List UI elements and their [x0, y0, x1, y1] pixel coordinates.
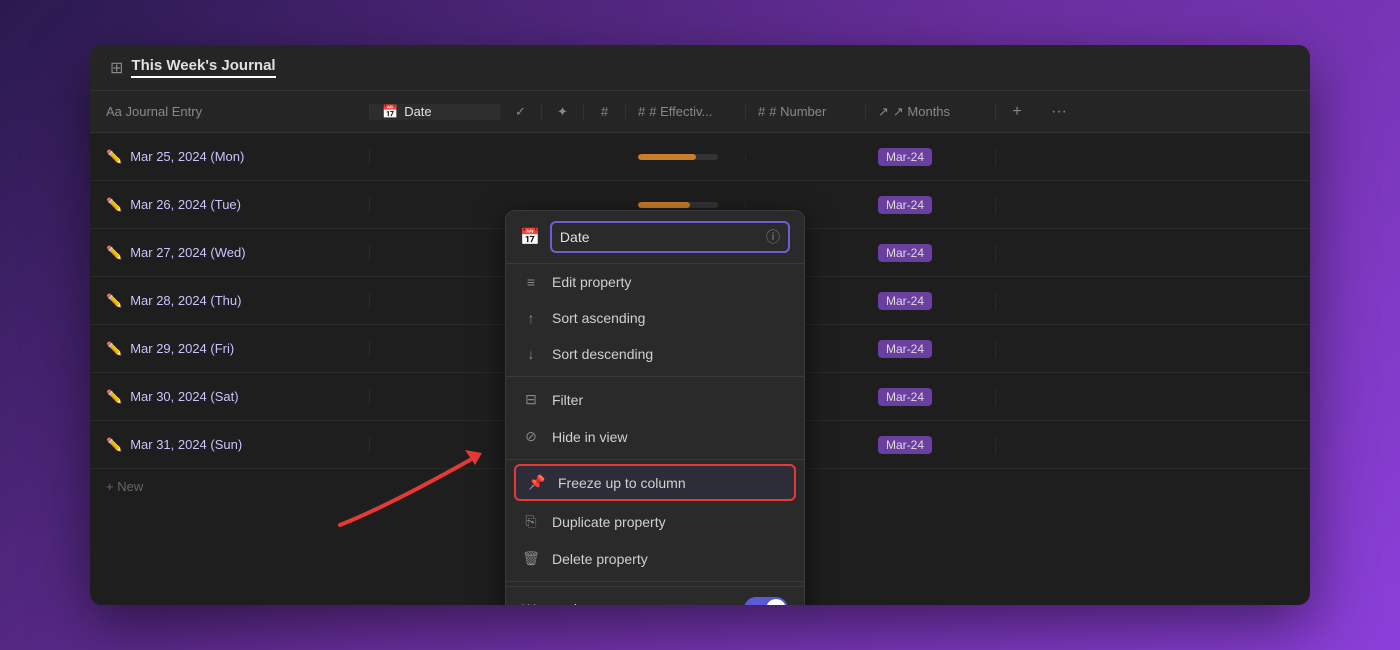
col-header-sparkle: ✦ — [542, 104, 584, 120]
col-header-journal: Aa Journal Entry — [90, 104, 370, 119]
col-header-months: ↗ ↗ Months — [866, 104, 996, 120]
menu-item-label-6: Duplicate property — [552, 514, 666, 530]
menu-header: 📅 Date ⓘ — [506, 211, 804, 264]
page-title: This Week's Journal — [131, 57, 275, 78]
new-row-label: + New — [106, 479, 143, 494]
cell-effective-1 — [626, 202, 746, 208]
col-header-add[interactable]: + — [996, 103, 1038, 121]
menu-info-icon: ⓘ — [766, 227, 780, 247]
col-months-label: ↗ Months — [893, 104, 950, 120]
journal-entry-text-2: Mar 27, 2024 (Wed) — [130, 245, 245, 260]
cell-journal-6: ✏️ Mar 31, 2024 (Sun) — [90, 437, 370, 453]
cell-effective-0 — [626, 154, 746, 160]
menu-icon-5: 📌 — [528, 474, 546, 491]
progress-bar-container-0 — [638, 154, 718, 160]
cell-journal-4: ✏️ Mar 29, 2024 (Fri) — [90, 341, 370, 357]
journal-entry-text-4: Mar 29, 2024 (Fri) — [130, 341, 234, 356]
journal-entry-text-0: Mar 25, 2024 (Mon) — [130, 149, 244, 164]
menu-calendar-icon: 📅 — [520, 227, 540, 247]
journal-entry-text-5: Mar 30, 2024 (Sat) — [130, 389, 238, 404]
main-window: ⊞ This Week's Journal Aa Journal Entry 📅… — [90, 45, 1310, 605]
menu-item-label-0: Edit property — [552, 274, 631, 290]
menu-item-delete-property[interactable]: 🗑 Delete property — [506, 540, 804, 577]
progress-bar-0 — [638, 154, 696, 160]
menu-icon-1: ↑ — [522, 310, 540, 326]
menu-footer: Wrap column — [506, 586, 804, 605]
menu-item-label-5: Freeze up to column — [558, 475, 686, 491]
cell-journal-1: ✏️ Mar 26, 2024 (Tue) — [90, 197, 370, 213]
edit-icon-4: ✏️ — [106, 341, 122, 357]
menu-field-value: Date — [560, 229, 590, 245]
menu-item-hide-in-view[interactable]: ⊘ Hide in view — [506, 418, 804, 455]
toggle-knob — [766, 599, 786, 605]
menu-item-label-3: Filter — [552, 392, 583, 408]
menu-icon-6: ⎘ — [522, 513, 540, 530]
menu-item-sort-ascending[interactable]: ↑ Sort ascending — [506, 300, 804, 336]
months-chip-5: Mar-24 — [878, 388, 932, 406]
cell-months-0: Mar-24 — [866, 148, 996, 166]
cell-journal-5: ✏️ Mar 30, 2024 (Sat) — [90, 389, 370, 405]
cell-journal-3: ✏️ Mar 28, 2024 (Thu) — [90, 293, 370, 309]
months-chip-2: Mar-24 — [878, 244, 932, 262]
col-date-label: Date — [404, 104, 431, 119]
table-header: Aa Journal Entry 📅 Date ✓ ✦ # # # Effect… — [90, 91, 1310, 133]
cell-months-1: Mar-24 — [866, 196, 996, 214]
edit-icon-1: ✏️ — [106, 197, 122, 213]
wrap-column-label: Wrap column — [522, 601, 604, 605]
col-header-date[interactable]: 📅 Date — [370, 104, 500, 120]
months-chip-6: Mar-24 — [878, 436, 932, 454]
edit-icon-6: ✏️ — [106, 437, 122, 453]
col-header-check: ✓ — [500, 104, 542, 120]
menu-item-freeze-up-to-column[interactable]: 📌 Freeze up to column — [514, 464, 796, 501]
cell-journal-2: ✏️ Mar 27, 2024 (Wed) — [90, 245, 370, 261]
menu-item-filter[interactable]: ⊟ Filter — [506, 381, 804, 418]
cell-months-4: Mar-24 — [866, 340, 996, 358]
menu-icon-2: ↓ — [522, 346, 540, 362]
col-journal-label: Aa Journal Entry — [106, 104, 202, 119]
cell-journal-0: ✏️ Mar 25, 2024 (Mon) — [90, 149, 370, 165]
menu-item-duplicate-property[interactable]: ⎘ Duplicate property — [506, 503, 804, 540]
col-header-hash: # — [584, 104, 626, 119]
menu-item-label-2: Sort descending — [552, 346, 653, 362]
menu-icon-4: ⊘ — [522, 428, 540, 445]
table-row[interactable]: ✏️ Mar 25, 2024 (Mon) Mar-24 — [90, 133, 1310, 181]
edit-icon-2: ✏️ — [106, 245, 122, 261]
cell-months-6: Mar-24 — [866, 436, 996, 454]
menu-item-label-7: Delete property — [552, 551, 648, 567]
title-icon: ⊞ — [110, 58, 123, 78]
col-header-more[interactable]: ··· — [1038, 103, 1080, 121]
edit-icon-3: ✏️ — [106, 293, 122, 309]
menu-item-label-1: Sort ascending — [552, 310, 645, 326]
col-effective-label: # Effectiv... — [649, 104, 712, 119]
menu-items-list: ≡ Edit property ↑ Sort ascending ↓ Sort … — [506, 264, 804, 582]
cell-months-2: Mar-24 — [866, 244, 996, 262]
menu-item-edit-property[interactable]: ≡ Edit property — [506, 264, 804, 300]
months-chip-0: Mar-24 — [878, 148, 932, 166]
menu-icon-0: ≡ — [522, 274, 540, 290]
edit-icon-5: ✏️ — [106, 389, 122, 405]
menu-field-input[interactable]: Date ⓘ — [550, 221, 790, 253]
journal-entry-text-1: Mar 26, 2024 (Tue) — [130, 197, 241, 212]
months-chip-3: Mar-24 — [878, 292, 932, 310]
edit-icon-0: ✏️ — [106, 149, 122, 165]
progress-bar-1 — [638, 202, 690, 208]
cell-months-5: Mar-24 — [866, 388, 996, 406]
journal-entry-text-3: Mar 28, 2024 (Thu) — [130, 293, 241, 308]
menu-icon-3: ⊟ — [522, 391, 540, 408]
wrap-column-toggle[interactable] — [744, 597, 788, 605]
menu-icon-7: 🗑 — [522, 550, 540, 567]
journal-entry-text-6: Mar 31, 2024 (Sun) — [130, 437, 242, 452]
months-chip-4: Mar-24 — [878, 340, 932, 358]
col-number-label: # Number — [769, 104, 826, 119]
col-header-number: # # Number — [746, 104, 866, 119]
menu-item-sort-descending[interactable]: ↓ Sort descending — [506, 336, 804, 372]
menu-item-label-4: Hide in view — [552, 429, 627, 445]
col-header-effective: # # Effectiv... — [626, 104, 746, 119]
context-menu: 📅 Date ⓘ ≡ Edit property ↑ Sort ascendin… — [505, 210, 805, 605]
cell-months-3: Mar-24 — [866, 292, 996, 310]
progress-bar-container-1 — [638, 202, 718, 208]
months-chip-1: Mar-24 — [878, 196, 932, 214]
title-bar: ⊞ This Week's Journal — [90, 45, 1310, 91]
